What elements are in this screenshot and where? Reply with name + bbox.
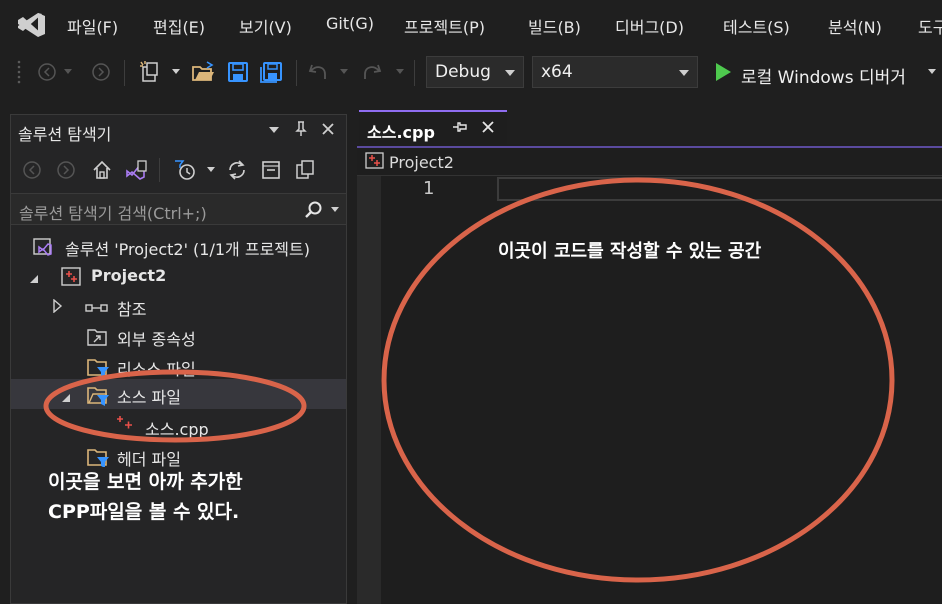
undo-icon[interactable]	[306, 58, 330, 86]
back-icon[interactable]	[21, 156, 43, 184]
search-options-dropdown-icon[interactable]	[329, 196, 341, 224]
menu-analyze[interactable]: 분석(N)	[828, 14, 882, 38]
cpp-project-icon	[365, 152, 385, 174]
solution-platform-select[interactable]: x64	[532, 56, 698, 88]
toolbar-separator	[414, 60, 415, 86]
search-icon[interactable]	[303, 196, 325, 224]
pin-icon[interactable]	[293, 119, 309, 139]
solution-explorer-panel: 솔루션 탐색기 솔루션 탐색기 검색(Ctrl+;) 솔루션 'Project2…	[10, 114, 347, 604]
home-icon[interactable]	[91, 156, 113, 184]
solution-label: 솔루션 'Project2' (1/1개 프로젝트)	[65, 240, 310, 259]
references-icon	[85, 300, 109, 318]
explorer-annotation-line1: 이곳을 보면 아까 추가한	[48, 467, 243, 494]
tree-item-references[interactable]: 참조	[11, 291, 346, 321]
resource-files-label: 리소스 파일	[117, 360, 196, 379]
menu-tools[interactable]: 도구	[918, 14, 942, 38]
expanded-arrow-icon[interactable]	[29, 270, 39, 288]
collapsed-arrow-icon[interactable]	[53, 298, 63, 317]
panel-options-dropdown-icon[interactable]	[267, 121, 281, 139]
cpp-project-icon	[61, 267, 83, 291]
external-dependencies-label: 외부 종속성	[117, 330, 196, 349]
menu-bar: 파일(F) 편집(E) 보기(V) Git(G) 프로젝트(P) 빌드(B) 디…	[0, 0, 942, 50]
toolbar-separator	[159, 158, 160, 182]
close-tab-icon[interactable]	[479, 116, 497, 138]
save-icon[interactable]	[226, 58, 250, 86]
collapse-all-icon[interactable]	[259, 156, 283, 184]
solution-explorer-toolbar	[11, 153, 346, 187]
solution-explorer-title: 솔루션 탐색기	[18, 125, 112, 144]
menu-build[interactable]: 빌드(B)	[528, 14, 581, 38]
filter-folder-open-icon	[87, 385, 111, 411]
menu-file[interactable]: 파일(F)	[67, 14, 118, 38]
chevron-down-icon	[679, 70, 689, 76]
editor-annotation-text: 이곳이 코드를 작성할 수 있는 공간	[498, 241, 762, 262]
expanded-arrow-icon[interactable]	[61, 389, 71, 407]
standard-toolbar: Debug x64 로컬 Windows 디버거	[0, 50, 942, 96]
chevron-down-icon	[505, 70, 515, 76]
start-debugging-play-icon[interactable]	[712, 58, 734, 86]
redo-icon[interactable]	[360, 58, 384, 86]
menu-test[interactable]: 테스트(S)	[723, 14, 790, 38]
current-line-highlight[interactable]	[497, 177, 942, 201]
explorer-annotation-line2: CPP파일을 볼 수 있다.	[48, 501, 240, 523]
menu-edit[interactable]: 편집(E)	[153, 14, 205, 38]
tab-title: 소스.cpp	[367, 123, 435, 142]
tree-item-solution[interactable]: 솔루션 'Project2' (1/1개 프로젝트)	[11, 231, 346, 261]
close-icon[interactable]	[319, 119, 337, 139]
project-label: Project2	[91, 266, 167, 285]
code-editor: 소스.cpp Project2 1	[357, 110, 942, 604]
references-label: 참조	[117, 300, 147, 319]
debug-target-dropdown-icon[interactable]	[926, 58, 938, 86]
tree-item-external-dependencies[interactable]: 외부 종속성	[11, 321, 346, 351]
tree-item-resource-files[interactable]: 리소스 파일	[11, 351, 346, 381]
switch-views-icon[interactable]	[123, 156, 149, 184]
visual-studio-logo-icon[interactable]	[14, 10, 48, 40]
source-cpp-label: 소스.cpp	[145, 420, 209, 439]
search-placeholder: 솔루션 탐색기 검색(Ctrl+;)	[19, 204, 207, 223]
open-folder-icon[interactable]	[190, 58, 216, 86]
pending-changes-filter-icon[interactable]	[173, 156, 199, 184]
solution-configuration-select[interactable]: Debug	[426, 56, 524, 88]
tree-item-source-cpp[interactable]: 소스.cpp	[11, 411, 346, 441]
cpp-file-icon	[115, 414, 137, 438]
redo-dropdown-icon[interactable]	[394, 58, 406, 86]
solution-platform-value: x64	[541, 62, 573, 82]
toolbar-grip-icon[interactable]	[14, 58, 24, 86]
show-all-files-icon[interactable]	[293, 156, 317, 184]
filter-dropdown-icon[interactable]	[205, 156, 217, 184]
toolbar-separator	[296, 60, 297, 86]
menu-git[interactable]: Git(G)	[326, 14, 374, 33]
menu-debug[interactable]: 디버그(D)	[615, 14, 684, 38]
navigate-back-dropdown-icon[interactable]	[62, 58, 74, 86]
tree-item-project[interactable]: Project2	[11, 261, 346, 291]
start-debugging-button[interactable]: 로컬 Windows 디버거	[741, 63, 906, 88]
save-all-icon[interactable]	[258, 58, 284, 86]
menu-view[interactable]: 보기(V)	[239, 14, 292, 38]
new-item-dropdown-icon[interactable]	[170, 58, 182, 86]
forward-icon[interactable]	[55, 156, 77, 184]
menu-project[interactable]: 프로젝트(P)	[404, 14, 485, 38]
glyph-margin	[357, 176, 381, 604]
external-dependencies-icon	[87, 327, 109, 351]
pin-tab-icon[interactable]	[451, 116, 469, 138]
toolbar-separator	[124, 60, 125, 86]
solution-explorer-search[interactable]: 솔루션 탐색기 검색(Ctrl+;)	[11, 193, 346, 225]
navigation-bar[interactable]: Project2	[357, 146, 942, 176]
source-files-label: 소스 파일	[117, 388, 181, 407]
solution-configuration-value: Debug	[435, 62, 491, 82]
nav-project-dropdown[interactable]: Project2	[389, 153, 454, 172]
undo-dropdown-icon[interactable]	[338, 58, 350, 86]
sync-icon[interactable]	[225, 156, 249, 184]
solution-icon	[33, 237, 55, 261]
navigate-forward-icon[interactable]	[90, 58, 112, 86]
navigate-back-icon[interactable]	[36, 58, 58, 86]
document-tab-strip: 소스.cpp	[357, 110, 942, 144]
new-item-icon[interactable]	[138, 58, 162, 86]
tree-item-source-files[interactable]: 소스 파일	[11, 379, 346, 409]
tab-source-cpp[interactable]: 소스.cpp	[359, 110, 507, 144]
line-number: 1	[423, 178, 435, 199]
